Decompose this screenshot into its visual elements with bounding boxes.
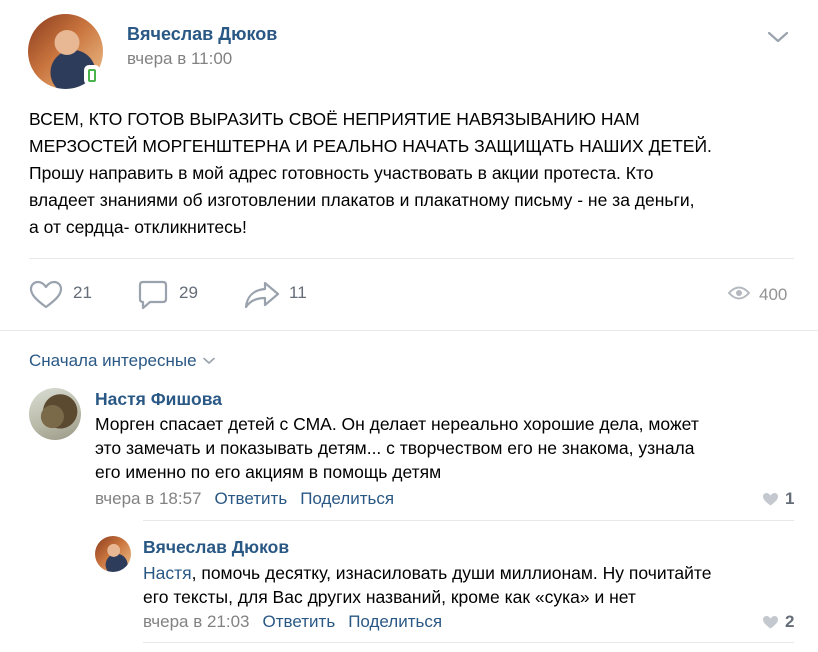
- comment-divider: [143, 520, 794, 521]
- heart-icon: [29, 280, 63, 309]
- chevron-down-icon[interactable]: [767, 30, 789, 44]
- post-author-name[interactable]: Вячеслав Дюков: [127, 24, 277, 45]
- post-text-line: Прошу направить в мой адрес готовность у…: [29, 163, 654, 183]
- comment-meta: вчера в 18:57 Ответить Поделиться: [95, 489, 394, 509]
- comment-count: 29: [179, 283, 198, 302]
- comment-icon: [138, 280, 168, 310]
- comment-text-fragment: , помочь десятку, изнасиловать души милл…: [191, 563, 712, 583]
- post-text-line: владеет знаниями об изготовлении плакато…: [29, 190, 695, 210]
- comment-text-line: его именно по его акциям в помощь детям: [95, 462, 442, 482]
- share-count: 11: [289, 283, 307, 302]
- comment-text-line: Настя, помочь десятку, изнасиловать души…: [143, 561, 803, 585]
- like-count: 21: [73, 283, 92, 302]
- comment-text-line: Морген спасает детей с СМА. Он делает не…: [95, 414, 699, 434]
- mobile-online-icon: [84, 65, 100, 85]
- heart-icon: [763, 615, 778, 628]
- post-text: ВСЕМ, КТО ГОТОВ ВЫРАЗИТЬ СВОЁ НЕПРИЯТИЕ …: [29, 106, 799, 241]
- comment-text: Настя, помочь десятку, изнасиловать души…: [143, 561, 803, 609]
- commenter-avatar[interactable]: [95, 536, 131, 572]
- post-text-line: МЕРЗОСТЕЙ МОРГЕНШТЕРНА И РЕАЛЬНО НАЧАТЬ …: [29, 136, 712, 156]
- chevron-down-icon: [202, 357, 215, 364]
- divider: [29, 258, 794, 259]
- comment-time[interactable]: вчера в 21:03: [143, 612, 250, 632]
- divider: [0, 330, 818, 331]
- eye-icon: [728, 286, 750, 300]
- post-text-line: ВСЕМ, КТО ГОТОВ ВЫРАЗИТЬ СВОЁ НЕПРИЯТИЕ …: [29, 109, 640, 129]
- comment-like-count: 2: [785, 612, 795, 631]
- comment-author[interactable]: Настя Фишова: [95, 389, 222, 410]
- reply-link[interactable]: Ответить: [263, 612, 336, 632]
- comment-like-count: 1: [785, 489, 795, 508]
- comment-text-line: его тексты, для Вас других названий, кро…: [143, 587, 636, 607]
- commenter-avatar[interactable]: [29, 388, 81, 440]
- share-link[interactable]: Поделиться: [348, 612, 442, 632]
- share-icon: [244, 281, 280, 309]
- mention-link[interactable]: Настя: [143, 563, 192, 583]
- comment-text: Морген спасает детей с СМА. Он делает не…: [95, 412, 795, 484]
- post-time[interactable]: вчера в 11:00: [127, 49, 232, 69]
- comment-meta: вчера в 21:03 Ответить Поделиться: [143, 612, 442, 632]
- comment-like-button[interactable]: 2: [762, 612, 794, 632]
- comment-like-button[interactable]: 1: [762, 489, 794, 509]
- comment-time[interactable]: вчера в 18:57: [95, 489, 202, 509]
- comments-sort-label: Сначала интересные: [29, 351, 197, 370]
- reply-link[interactable]: Ответить: [215, 489, 288, 509]
- heart-icon: [763, 492, 778, 505]
- share-link[interactable]: Поделиться: [300, 489, 394, 509]
- comment-author[interactable]: Вячеслав Дюков: [143, 537, 289, 558]
- comment-divider: [143, 642, 794, 643]
- views-count: 400: [759, 285, 788, 304]
- comments-sort-dropdown[interactable]: Сначала интересные: [29, 351, 215, 371]
- comment-text-line: это замечать и показывать детям... с тво…: [95, 438, 695, 458]
- post-text-line: а от сердца- откликнитесь!: [29, 217, 247, 237]
